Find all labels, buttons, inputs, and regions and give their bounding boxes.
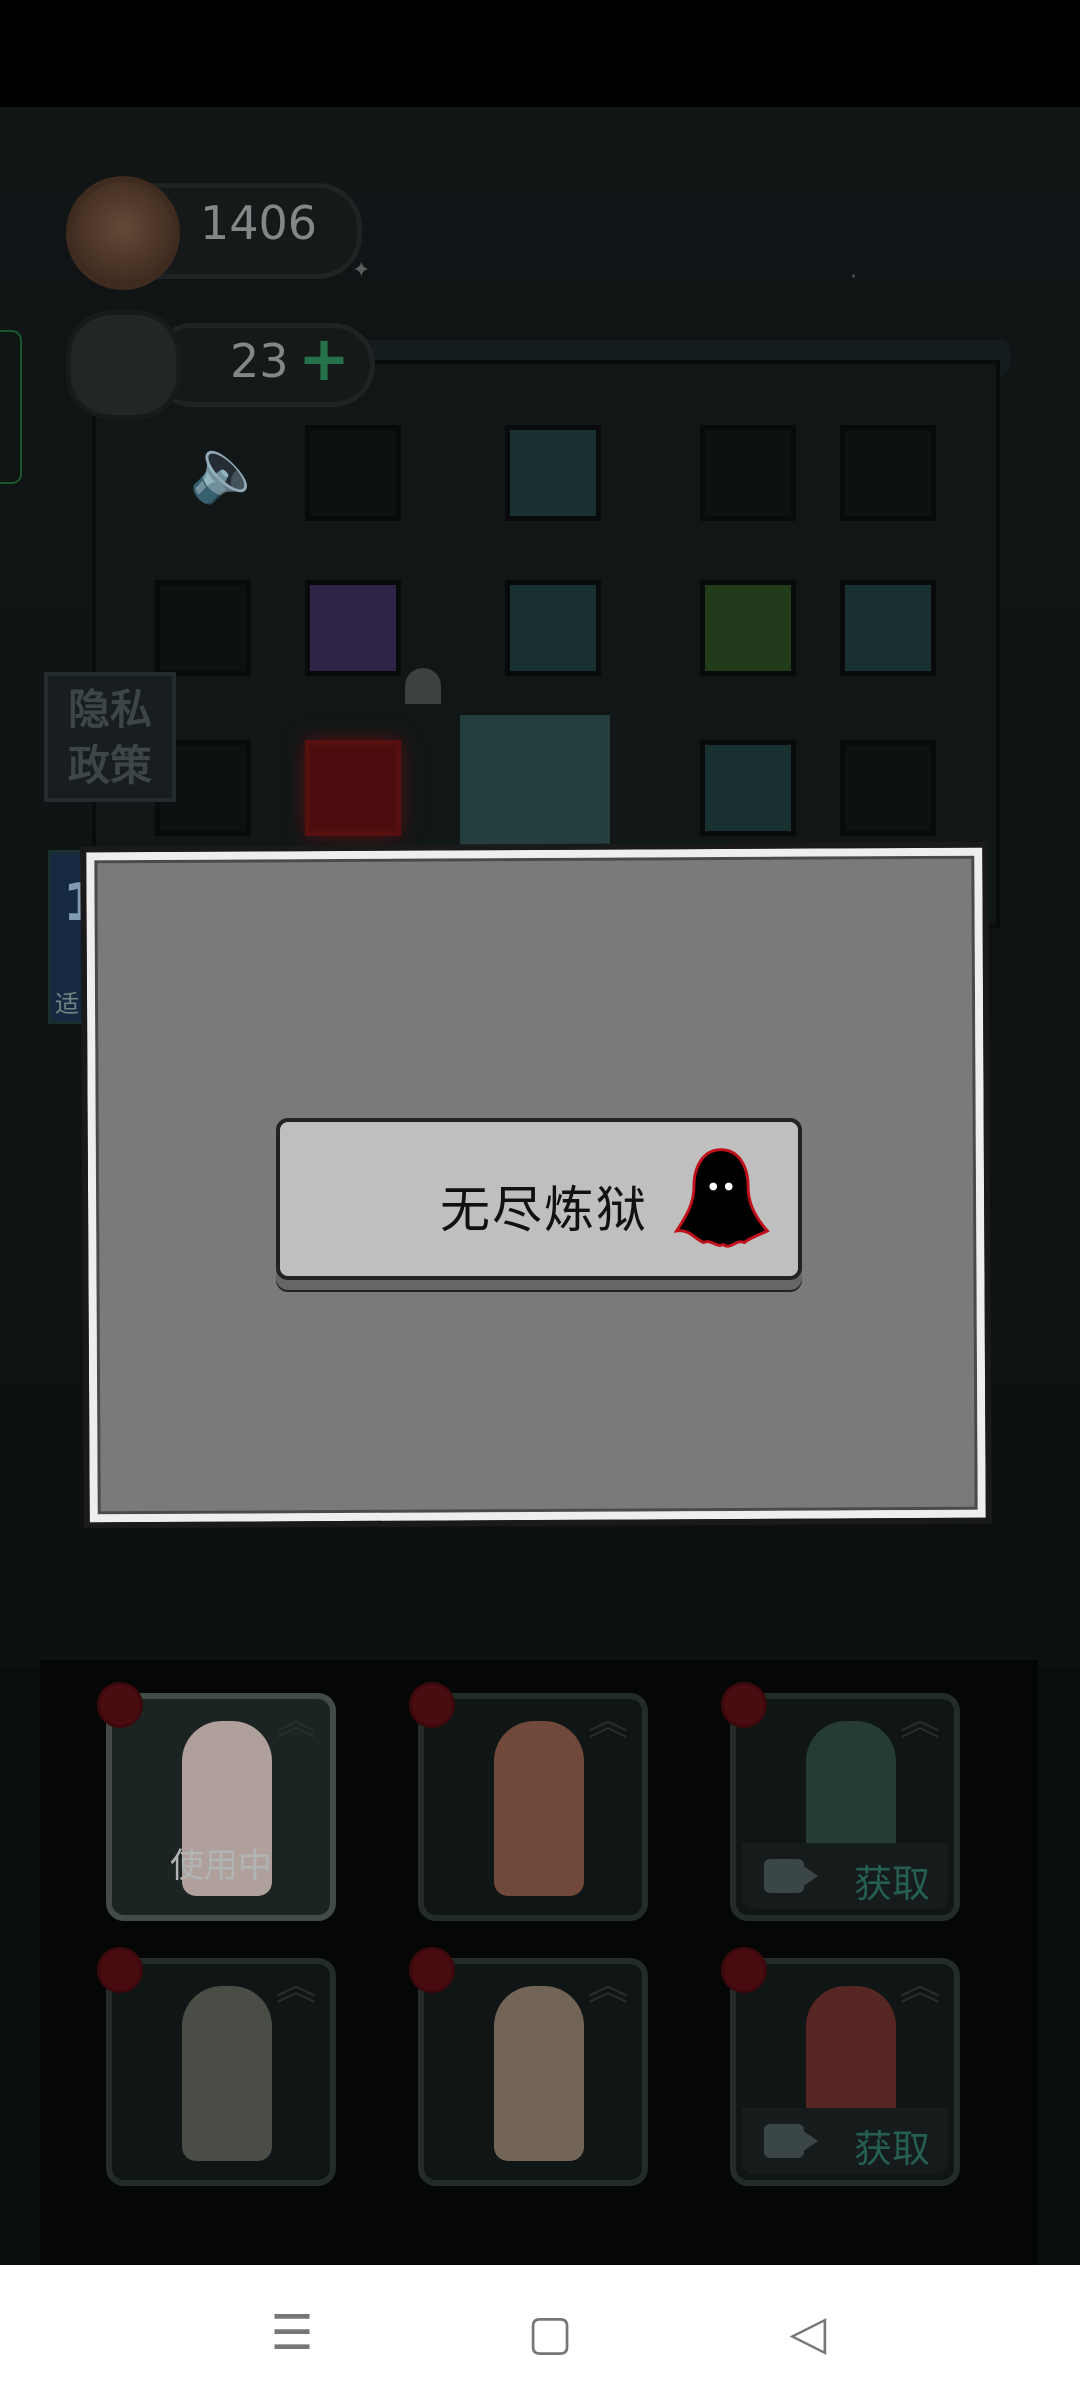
system-nav-bar: ☰ ▢ ◁ [0, 2265, 1080, 2400]
home-icon[interactable]: ▢ [520, 2305, 580, 2361]
game-scene: ✦ · 🔈 1406 23 + 隐私 政策 1 适 ︽ 使用中 ︽ ︽ 获取 ︽… [0, 0, 1080, 2400]
mode-label: 无尽炼狱 [440, 1181, 648, 1239]
menu-icon[interactable]: ☰ [262, 2305, 322, 2361]
back-icon[interactable]: ◁ [778, 2305, 838, 2361]
ghost-icon [673, 1148, 770, 1248]
endless-purgatory-button[interactable]: 无尽炼狱 [276, 1118, 802, 1280]
